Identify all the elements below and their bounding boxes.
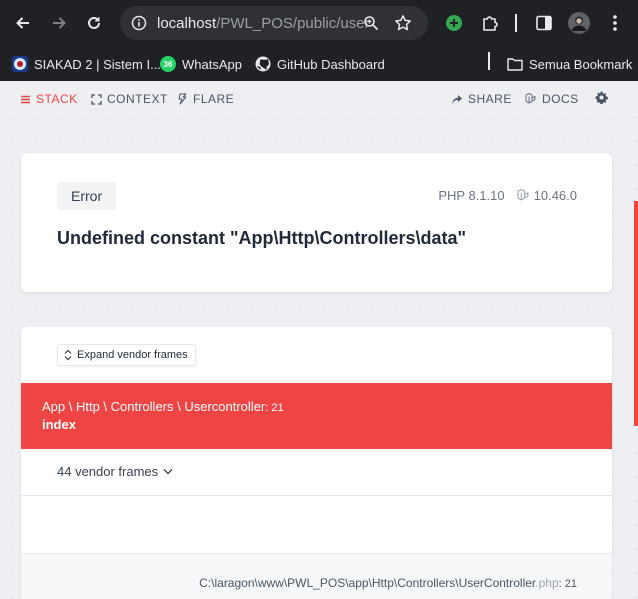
nav-stack[interactable]: STACK — [20, 92, 78, 106]
file-path[interactable]: C:\laragon\www\PWL_POS\app\Http\Controll… — [199, 576, 577, 590]
address-bar[interactable]: localhost/PWL_POS/public/user — [120, 6, 428, 40]
profile-avatar[interactable] — [567, 11, 591, 35]
laravel-docs-icon — [525, 93, 536, 104]
bookmarks-separator — [488, 52, 490, 70]
file-path-text: C:\laragon\www\PWL_POS\app\Http\Controll… — [199, 576, 536, 590]
back-arrow-icon — [16, 17, 29, 29]
stack-icon — [21, 95, 30, 103]
settings-button[interactable] — [595, 91, 613, 104]
url-text: localhost/PWL_POS/public/user — [157, 15, 370, 32]
browser-menu-icon[interactable] — [603, 11, 627, 35]
error-type-badge: Error — [57, 182, 117, 210]
scroll-indicator — [634, 201, 638, 426]
expand-vendor-frames-button[interactable]: Expand vendor frames — [57, 344, 196, 366]
url-path: /PWL_POS/public/user — [216, 15, 370, 32]
vendor-frames-label: 44 vendor frames — [57, 464, 159, 479]
stack-trace-card: Expand vendor frames App \ Http \ Contro… — [21, 327, 612, 599]
forward-arrow-icon — [53, 17, 66, 29]
folder-icon — [507, 56, 523, 72]
whatsapp-badge: 36 — [163, 59, 173, 69]
chevron-down-icon — [163, 469, 173, 475]
siakad-icon — [12, 56, 28, 72]
nav-context-label: CONTEXT — [107, 92, 168, 106]
whatsapp-icon: 36 — [160, 56, 176, 72]
ignition-nav: STACK CONTEXT FLARE SHARE DOCS — [0, 81, 638, 117]
github-icon — [255, 56, 271, 72]
back-button[interactable] — [11, 11, 35, 35]
laravel-icon — [517, 189, 528, 201]
bookmarks-bar: SIAKAD 2 | Sistem I... 36 WhatsApp GitHu… — [0, 46, 638, 81]
toolbar-separator — [515, 14, 517, 32]
forward-button[interactable] — [47, 11, 71, 35]
url-host: localhost — [157, 15, 217, 32]
file-line-number: : 21 — [558, 578, 577, 590]
ignition-error-page: STACK CONTEXT FLARE SHARE DOCS Error PHP… — [0, 81, 638, 599]
bookmark-star-icon[interactable] — [393, 13, 413, 33]
php-version: PHP 8.1.10 — [438, 188, 505, 203]
bookmark-label: GitHub Dashboard — [277, 56, 385, 72]
nav-context[interactable]: CONTEXT — [91, 92, 168, 106]
flare-icon — [178, 93, 187, 105]
side-panel-icon[interactable] — [532, 11, 556, 35]
all-bookmarks[interactable]: Semua Bookmark — [507, 53, 632, 75]
code-snippet-header: C:\laragon\www\PWL_POS\app\Http\Controll… — [21, 554, 612, 599]
all-bookmarks-label: Semua Bookmark — [529, 56, 633, 72]
file-extension: .php — [535, 576, 559, 590]
share-icon — [452, 94, 462, 104]
laravel-version-wrap: 10.46.0 — [517, 188, 577, 203]
reload-icon — [88, 16, 100, 29]
extension-plus-icon[interactable] — [442, 11, 466, 35]
extensions-puzzle-icon[interactable] — [478, 11, 502, 35]
nav-flare-label: FLARE — [193, 92, 235, 106]
nav-docs-label: DOCS — [542, 92, 579, 106]
gear-icon — [595, 91, 608, 104]
frame-class: App \ Http \ Controllers \ Usercontrolle… — [42, 399, 266, 414]
error-summary-card: Error PHP 8.1.10 10.46.0 Undefined const… — [21, 153, 612, 292]
bookmark-label: WhatsApp — [182, 56, 242, 72]
divider — [21, 495, 612, 496]
browser-toolbar: localhost/PWL_POS/public/user — [0, 0, 638, 46]
nav-docs[interactable]: DOCS — [525, 92, 579, 106]
bookmark-label: SIAKAD 2 | Sistem I... — [34, 56, 161, 72]
site-info-icon[interactable] — [129, 13, 149, 33]
nav-flare[interactable]: FLARE — [178, 92, 234, 106]
error-message: Undefined constant "App\Http\Controllers… — [57, 228, 467, 248]
zoom-icon[interactable] — [361, 13, 381, 33]
nav-share-label: SHARE — [468, 92, 512, 106]
active-stack-frame[interactable]: App \ Http \ Controllers \ Usercontrolle… — [21, 383, 612, 449]
vendor-frames-toggle[interactable]: 44 vendor frames — [57, 464, 173, 479]
context-icon — [91, 93, 102, 105]
bookmark-whatsapp[interactable]: 36 WhatsApp — [160, 53, 242, 75]
nav-share[interactable]: SHARE — [451, 92, 512, 106]
nav-stack-label: STACK — [36, 92, 78, 106]
bookmark-siakad[interactable]: SIAKAD 2 | Sistem I... — [12, 53, 161, 75]
version-info: PHP 8.1.10 10.46.0 — [438, 188, 577, 203]
reload-button[interactable] — [82, 11, 106, 35]
frame-method: index — [42, 417, 76, 432]
frame-line-number: : 21 — [265, 402, 284, 414]
expand-vendor-frames-label: Expand vendor frames — [77, 349, 188, 361]
laravel-version: 10.46.0 — [533, 188, 577, 203]
expand-chevrons-icon — [64, 349, 72, 361]
frame-class-path: App \ Http \ Controllers \ Usercontrolle… — [42, 399, 284, 414]
bookmark-github[interactable]: GitHub Dashboard — [255, 53, 385, 75]
